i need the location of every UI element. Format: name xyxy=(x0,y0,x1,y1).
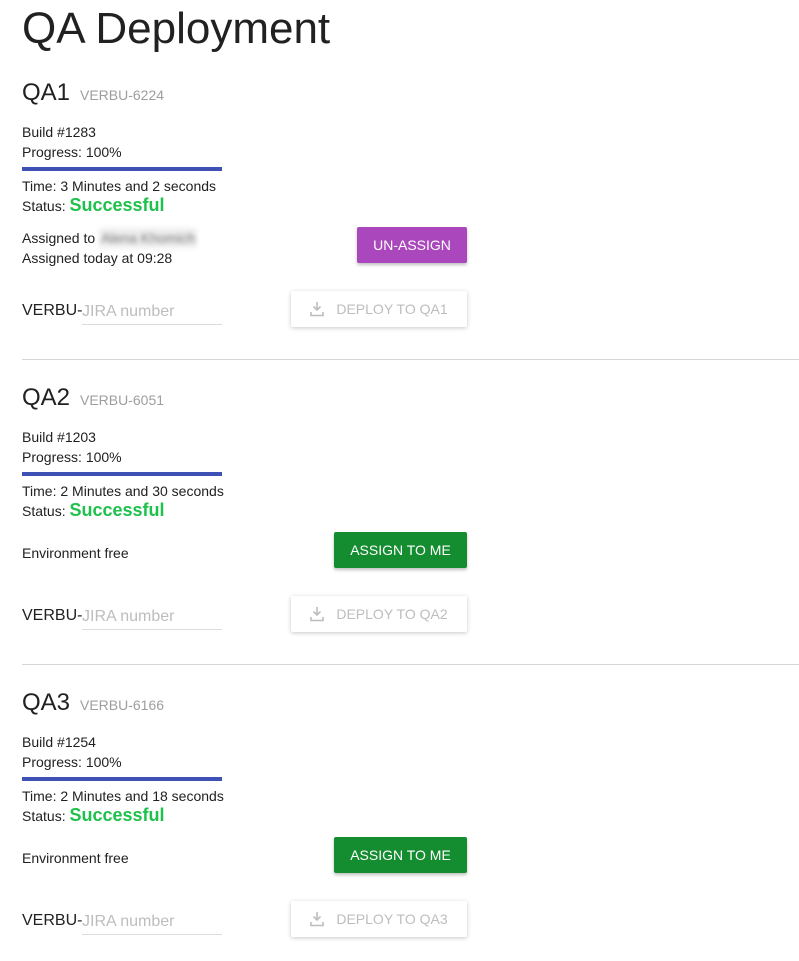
progress-value: 100% xyxy=(85,449,122,465)
environment-name: QA2 xyxy=(22,384,71,411)
build-value: 1254 xyxy=(64,734,96,750)
progress-value: 100% xyxy=(85,144,122,160)
status-value: Successful xyxy=(69,805,165,825)
download-icon xyxy=(310,606,325,622)
build-time: Time: 2 Minutes and 18 seconds xyxy=(22,786,224,806)
environment-name: QA3 xyxy=(22,689,71,716)
progress-bar-fill xyxy=(22,777,222,781)
progress-bar xyxy=(22,167,222,171)
status-label: Status: xyxy=(22,808,70,824)
environment-ticket: VERBU-6166 xyxy=(80,697,165,713)
build-status: Status: Successful xyxy=(22,195,165,216)
environment-ticket: VERBU-6224 xyxy=(80,87,165,103)
assigned-to: Assigned to Alena Khomich xyxy=(22,228,198,248)
progress-bar xyxy=(22,472,222,476)
section-divider xyxy=(22,664,799,665)
progress-text: Progress: 100% xyxy=(22,447,122,467)
assignee-name: Alena Khomich xyxy=(99,228,198,248)
build-status: Status: Successful xyxy=(22,805,165,826)
page-title: QA Deployment xyxy=(22,4,331,53)
progress-label: Progress: xyxy=(22,449,86,465)
time-value: 2 Minutes and 18 seconds xyxy=(60,788,224,804)
build-label: Build # xyxy=(22,734,65,750)
build-status: Status: Successful xyxy=(22,500,165,521)
progress-label: Progress: xyxy=(22,754,86,770)
environment-free-text: Environment free xyxy=(22,545,129,561)
jira-prefix: VERBU- xyxy=(22,607,83,624)
time-value: 3 Minutes and 2 seconds xyxy=(60,178,217,194)
assigned-time: Assigned today at 09:28 xyxy=(22,250,173,266)
progress-bar-fill xyxy=(22,167,222,171)
build-time: Time: 3 Minutes and 2 seconds xyxy=(22,176,216,196)
build-number: Build #1254 xyxy=(22,732,96,752)
environment-card-qa1: QA1 VERBU-6224 Build #1283 Progress: 100… xyxy=(0,78,799,378)
deploy-button-label: DEPLOY TO QA3 xyxy=(336,911,448,927)
jira-number-input[interactable] xyxy=(82,910,222,935)
build-label: Build # xyxy=(22,429,65,445)
deploy-button-label: DEPLOY TO QA2 xyxy=(336,606,448,622)
time-label: Time: xyxy=(22,788,61,804)
deploy-button-label: DEPLOY TO QA1 xyxy=(336,301,448,317)
time-label: Time: xyxy=(22,178,61,194)
jira-prefix: VERBU- xyxy=(22,912,83,929)
build-value: 1203 xyxy=(64,429,96,445)
environment-card-qa2: QA2 VERBU-6051 Build #1203 Progress: 100… xyxy=(0,383,799,683)
unassign-button[interactable]: UN-ASSIGN xyxy=(357,227,467,263)
time-label: Time: xyxy=(22,483,61,499)
assign-to-me-button[interactable]: ASSIGN TO ME xyxy=(334,837,467,873)
status-label: Status: xyxy=(22,503,70,519)
progress-value: 100% xyxy=(85,754,122,770)
jira-prefix: VERBU- xyxy=(22,302,83,319)
environment-ticket: VERBU-6051 xyxy=(80,392,165,408)
status-value: Successful xyxy=(69,195,165,215)
jira-number-input[interactable] xyxy=(82,300,222,325)
deploy-to-qa2-button[interactable]: DEPLOY TO QA2 xyxy=(291,596,467,632)
progress-text: Progress: 100% xyxy=(22,142,122,162)
jira-number-input[interactable] xyxy=(82,605,222,630)
environment-free-text: Environment free xyxy=(22,850,129,866)
download-icon xyxy=(310,301,325,317)
deploy-to-qa1-button[interactable]: DEPLOY TO QA1 xyxy=(291,291,467,327)
qa-deployment-page: QA Deployment QA1 VERBU-6224 Build #1283… xyxy=(0,0,799,961)
status-value: Successful xyxy=(69,500,165,520)
progress-bar xyxy=(22,777,222,781)
progress-bar-fill xyxy=(22,472,222,476)
progress-label: Progress: xyxy=(22,144,86,160)
status-label: Status: xyxy=(22,198,70,214)
section-divider xyxy=(22,359,799,360)
build-value: 1283 xyxy=(64,124,96,140)
build-time: Time: 2 Minutes and 30 seconds xyxy=(22,481,224,501)
assigned-to-label: Assigned to xyxy=(22,230,100,246)
build-number: Build #1283 xyxy=(22,122,96,142)
assign-to-me-button[interactable]: ASSIGN TO ME xyxy=(334,532,467,568)
environment-name: QA1 xyxy=(22,79,71,106)
deploy-to-qa3-button[interactable]: DEPLOY TO QA3 xyxy=(291,901,467,937)
environment-card-qa3: QA3 VERBU-6166 Build #1254 Progress: 100… xyxy=(0,688,799,961)
build-label: Build # xyxy=(22,124,65,140)
time-value: 2 Minutes and 30 seconds xyxy=(60,483,224,499)
download-icon xyxy=(310,911,325,927)
progress-text: Progress: 100% xyxy=(22,752,122,772)
build-number: Build #1203 xyxy=(22,427,96,447)
